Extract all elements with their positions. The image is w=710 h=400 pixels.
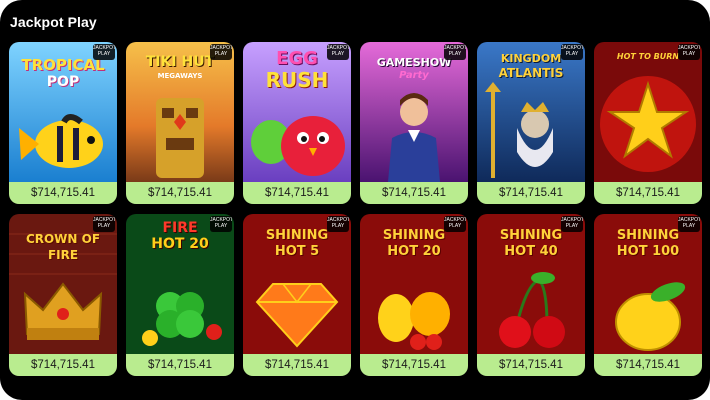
jackpot-badge-icon: JACKPOT PLAY [327, 44, 350, 60]
jackpot-amount: $714,715.41 [360, 182, 468, 204]
section-title: Jackpot Play [10, 14, 97, 30]
game-subtitle: HOT 20 [151, 236, 209, 252]
game-subtitle: Party [399, 70, 429, 81]
jackpot-badge-icon: JACKPOT PLAY [210, 216, 233, 232]
jackpot-amount: $714,715.41 [594, 354, 702, 376]
game-tile-shining-hot-5[interactable]: SHINING HOT 5 JACKPOT PLAY $714,715.41 [243, 214, 351, 376]
jackpot-amount: $714,715.41 [594, 182, 702, 204]
jackpot-badge-icon: JACKPOT PLAY [93, 216, 116, 232]
game-subtitle: FIRE [47, 248, 79, 262]
game-tile-hot-to-burn[interactable]: HOT TO BURN JACKPOT PLAY $714,715.41 [594, 42, 702, 204]
jackpot-badge-icon: JACKPOT PLAY [678, 216, 701, 232]
jackpot-amount: $714,715.41 [126, 182, 234, 204]
jackpot-badge-icon: JACKPOT PLAY [561, 216, 584, 232]
jackpot-amount: $714,715.41 [243, 182, 351, 204]
jackpot-badge-icon: JACKPOT PLAY [561, 44, 584, 60]
jackpot-badge-icon: JACKPOT PLAY [444, 216, 467, 232]
game-tile-shining-hot-20[interactable]: SHINING HOT 20 JACKPOT PLAY $714,715.41 [360, 214, 468, 376]
game-tile-fire-hot-20[interactable]: FIRE HOT 20 JACKPOT PLAY $714,715.41 [126, 214, 234, 376]
jackpot-amount: $714,715.41 [477, 182, 585, 204]
game-tile-kingdom-of-atlantis[interactable]: KINGDOM ATLANTIS JACKPOT PLAY $714,715.4… [477, 42, 585, 204]
jackpot-badge-icon: JACKPOT PLAY [678, 44, 701, 60]
game-title: CROWN OF [25, 232, 101, 246]
jackpot-play-panel: Jackpot Play TROPICAL POP JACKPOT PLAY $… [0, 0, 710, 400]
game-subtitle: ATLANTIS [498, 66, 564, 80]
game-grid: TROPICAL POP JACKPOT PLAY $714,715.41 TI… [9, 42, 702, 376]
jackpot-amount: $714,715.41 [9, 354, 117, 376]
jackpot-badge-icon: JACKPOT PLAY [210, 44, 233, 60]
game-tile-shining-hot-40[interactable]: SHINING HOT 40 JACKPOT PLAY $714,715.41 [477, 214, 585, 376]
jackpot-badge-icon: JACKPOT PLAY [444, 44, 467, 60]
jackpot-amount: $714,715.41 [243, 354, 351, 376]
game-subtitle: RUSH [265, 68, 329, 92]
game-subtitle: HOT 100 [616, 244, 680, 259]
game-subtitle: HOT 40 [504, 244, 558, 259]
game-tile-shining-hot-100[interactable]: SHINING HOT 100 JACKPOT PLAY $714,715.41 [594, 214, 702, 376]
jackpot-amount: $714,715.41 [126, 354, 234, 376]
jackpot-amount: $714,715.41 [9, 182, 117, 204]
jackpot-badge-icon: JACKPOT PLAY [327, 216, 350, 232]
game-subtitle: POP [46, 74, 80, 90]
game-subtitle: MEGAWAYS [157, 72, 203, 80]
jackpot-badge-icon: JACKPOT PLAY [93, 44, 116, 60]
game-tile-tropical-pop[interactable]: TROPICAL POP JACKPOT PLAY $714,715.41 [9, 42, 117, 204]
game-subtitle: HOT 5 [274, 244, 320, 259]
game-art [594, 42, 702, 182]
game-tile-egg-rush[interactable]: EGG RUSH JACKPOT PLAY $714,715.41 [243, 42, 351, 204]
game-tile-tiki-hut[interactable]: TIKI HUT MEGAWAYS JACKPOT PLAY $714,715.… [126, 42, 234, 204]
game-subtitle: HOT 20 [387, 244, 441, 259]
jackpot-amount: $714,715.41 [477, 354, 585, 376]
game-tile-gameshow-party[interactable]: GAMESHOW Party JACKPOT PLAY $714,715.41 [360, 42, 468, 204]
jackpot-amount: $714,715.41 [360, 354, 468, 376]
game-tile-crown-of-fire[interactable]: CROWN OF FIRE JACKPOT PLAY $714,715.41 [9, 214, 117, 376]
